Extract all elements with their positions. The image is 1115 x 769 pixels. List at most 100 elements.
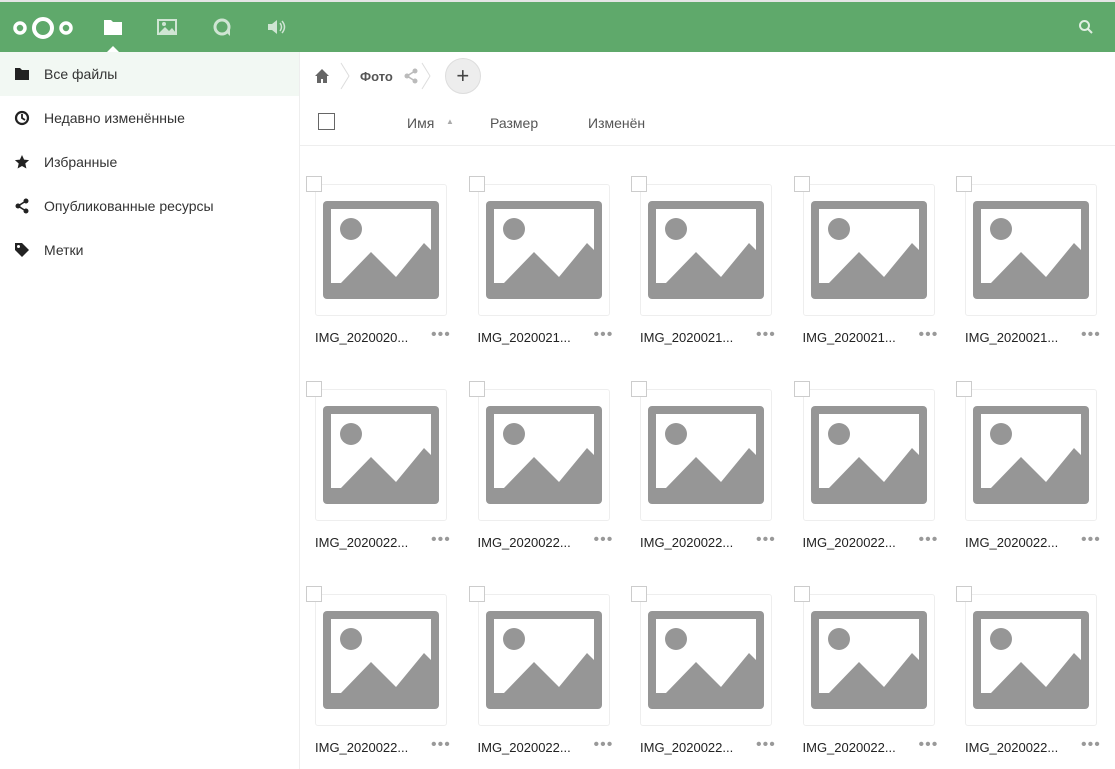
file-list-area: Фото + Имя ▲ Размер Изменён IMG_2020020.… (300, 52, 1115, 769)
file-name[interactable]: IMG_2020021... (965, 330, 1058, 345)
file-name[interactable]: IMG_2020022... (640, 740, 733, 755)
file-name[interactable]: IMG_2020022... (315, 740, 408, 755)
file-actions-menu[interactable]: ••• (919, 326, 939, 344)
file-checkbox[interactable] (793, 176, 810, 192)
talk-icon[interactable] (211, 16, 233, 38)
file-checkbox[interactable] (306, 586, 322, 602)
file-checkbox[interactable] (468, 176, 485, 192)
nextcloud-logo[interactable] (12, 15, 74, 41)
sidebar-item-recent[interactable]: Недавно изменённые (0, 96, 299, 140)
breadcrumb-folder[interactable]: Фото (360, 69, 393, 84)
sidebar-item-shares[interactable]: Опубликованные ресурсы (0, 184, 299, 228)
file-thumbnail[interactable] (315, 184, 447, 316)
sort-by-modified[interactable]: Изменён (588, 115, 645, 131)
file-name[interactable]: IMG_2020022... (803, 535, 896, 550)
file-card[interactable]: IMG_2020021... ••• (793, 176, 944, 356)
file-checkbox[interactable] (468, 381, 485, 397)
file-name[interactable]: IMG_2020022... (478, 535, 571, 550)
file-card[interactable]: IMG_2020022... ••• (468, 586, 619, 766)
file-card[interactable]: IMG_2020022... ••• (631, 586, 781, 766)
file-name[interactable]: IMG_2020022... (315, 535, 408, 550)
file-thumbnail[interactable] (640, 389, 772, 521)
file-name[interactable]: IMG_2020021... (803, 330, 896, 345)
file-card[interactable]: IMG_2020022... ••• (956, 586, 1106, 766)
file-card[interactable]: IMG_2020022... ••• (956, 381, 1106, 561)
file-actions-menu[interactable]: ••• (919, 531, 939, 549)
file-thumbnail[interactable] (315, 594, 447, 726)
file-name[interactable]: IMG_2020022... (965, 535, 1058, 550)
sidebar-item-favorites[interactable]: Избранные (0, 140, 299, 184)
file-thumbnail[interactable] (477, 389, 610, 521)
file-thumbnail[interactable] (965, 389, 1097, 521)
share-icon[interactable] (403, 68, 419, 84)
file-name[interactable]: IMG_2020022... (803, 740, 896, 755)
file-card[interactable]: IMG_2020022... ••• (631, 381, 781, 561)
sort-by-name[interactable]: Имя (407, 115, 434, 131)
file-thumbnail[interactable] (477, 184, 610, 316)
sidebar-item-tags[interactable]: Метки (0, 228, 299, 272)
file-thumbnail[interactable] (965, 594, 1097, 726)
file-actions-menu[interactable]: ••• (431, 531, 451, 549)
file-actions-menu[interactable]: ••• (756, 736, 776, 754)
file-card[interactable]: IMG_2020021... ••• (468, 176, 619, 356)
share-icon (15, 198, 29, 214)
select-all-checkbox[interactable] (318, 113, 335, 130)
home-icon[interactable] (314, 68, 330, 84)
sidebar-item-all-files[interactable]: Все файлы (0, 52, 299, 96)
breadcrumb-separator (421, 62, 431, 90)
gallery-icon[interactable] (156, 16, 178, 38)
file-actions-menu[interactable]: ••• (756, 531, 776, 549)
file-checkbox[interactable] (306, 176, 322, 192)
file-checkbox[interactable] (793, 586, 810, 602)
file-actions-menu[interactable]: ••• (431, 326, 451, 344)
search-icon[interactable] (1078, 19, 1094, 35)
file-thumbnail[interactable] (802, 594, 935, 726)
file-name[interactable]: IMG_2020022... (640, 535, 733, 550)
file-card[interactable]: IMG_2020022... ••• (793, 381, 944, 561)
file-checkbox[interactable] (631, 586, 647, 602)
image-placeholder-icon (323, 611, 439, 709)
audio-player-icon[interactable] (265, 16, 287, 38)
file-checkbox[interactable] (306, 381, 322, 397)
file-card[interactable]: IMG_2020021... ••• (956, 176, 1106, 356)
sort-by-size[interactable]: Размер (490, 115, 538, 131)
sidebar-item-label: Все файлы (44, 66, 118, 82)
file-actions-menu[interactable]: ••• (431, 736, 451, 754)
file-thumbnail[interactable] (802, 184, 935, 316)
file-thumbnail[interactable] (640, 594, 772, 726)
file-card[interactable]: IMG_2020021... ••• (631, 176, 781, 356)
file-checkbox[interactable] (468, 586, 485, 602)
sidebar-item-label: Опубликованные ресурсы (44, 198, 214, 214)
file-card[interactable]: IMG_2020020... ••• (306, 176, 456, 356)
file-thumbnail[interactable] (965, 184, 1097, 316)
file-checkbox[interactable] (956, 381, 972, 397)
file-actions-menu[interactable]: ••• (594, 736, 614, 754)
file-card[interactable]: IMG_2020022... ••• (306, 381, 456, 561)
file-thumbnail[interactable] (802, 389, 935, 521)
file-card[interactable]: IMG_2020022... ••• (306, 586, 456, 766)
file-name[interactable]: IMG_2020020... (315, 330, 408, 345)
file-name[interactable]: IMG_2020021... (478, 330, 571, 345)
file-thumbnail[interactable] (477, 594, 610, 726)
file-name[interactable]: IMG_2020021... (640, 330, 733, 345)
file-card[interactable]: IMG_2020022... ••• (793, 586, 944, 766)
file-actions-menu[interactable]: ••• (756, 326, 776, 344)
file-checkbox[interactable] (793, 381, 810, 397)
files-icon[interactable] (102, 16, 124, 38)
file-name[interactable]: IMG_2020022... (965, 740, 1058, 755)
file-name[interactable]: IMG_2020022... (478, 740, 571, 755)
file-actions-menu[interactable]: ••• (1081, 326, 1101, 344)
file-checkbox[interactable] (956, 586, 972, 602)
file-actions-menu[interactable]: ••• (594, 326, 614, 344)
file-actions-menu[interactable]: ••• (594, 531, 614, 549)
file-checkbox[interactable] (631, 381, 647, 397)
file-card[interactable]: IMG_2020022... ••• (468, 381, 619, 561)
new-button[interactable]: + (444, 58, 481, 94)
file-checkbox[interactable] (956, 176, 972, 192)
file-thumbnail[interactable] (640, 184, 772, 316)
file-checkbox[interactable] (631, 176, 647, 192)
file-actions-menu[interactable]: ••• (1081, 531, 1101, 549)
file-thumbnail[interactable] (315, 389, 447, 521)
file-actions-menu[interactable]: ••• (1081, 736, 1101, 754)
file-actions-menu[interactable]: ••• (919, 736, 939, 754)
